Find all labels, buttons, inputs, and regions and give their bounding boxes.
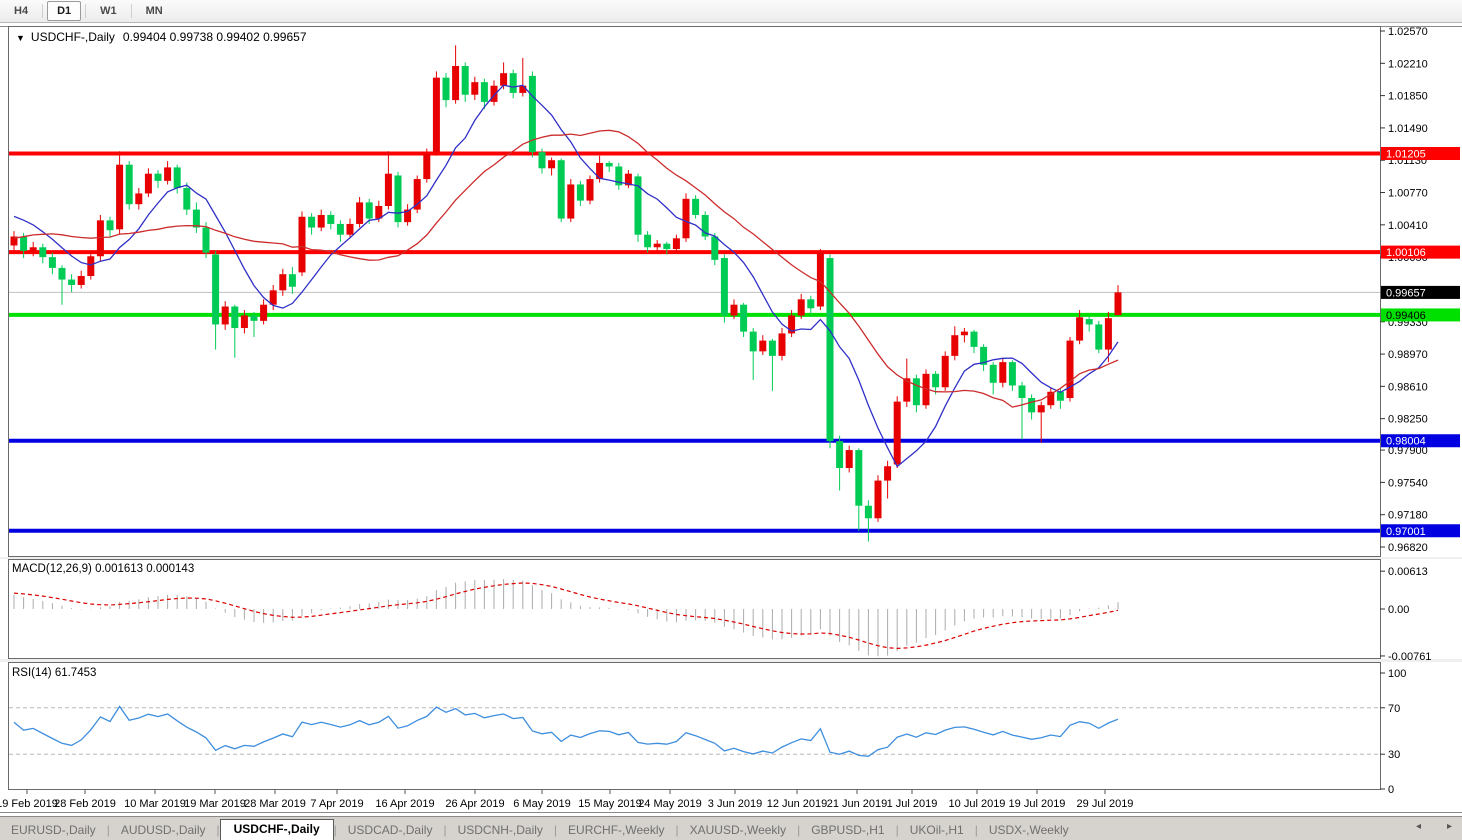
svg-text:0: 0 bbox=[1388, 784, 1394, 796]
ohlc-high: 0.99738 bbox=[170, 30, 213, 44]
svg-text:0.99657: 0.99657 bbox=[1386, 287, 1426, 299]
symbol-tab-bar: EURUSD-,Daily|AUDUSD-,Daily|USDCHF-,Dail… bbox=[0, 816, 1462, 840]
ohlc-close: 0.99657 bbox=[263, 30, 306, 44]
ohlc-open: 0.99404 bbox=[123, 30, 166, 44]
svg-text:0.98004: 0.98004 bbox=[1386, 436, 1426, 448]
svg-text:0.98970: 0.98970 bbox=[1388, 349, 1428, 361]
symbol-tab-usdcad-daily[interactable]: USDCAD-,Daily bbox=[337, 820, 444, 840]
svg-text:7 Apr 2019: 7 Apr 2019 bbox=[310, 798, 363, 810]
tab-scroll-arrows: ◂ ▸ bbox=[1416, 821, 1452, 832]
tab-scroll-left-icon[interactable]: ◂ bbox=[1416, 821, 1421, 832]
svg-text:24 May 2019: 24 May 2019 bbox=[638, 798, 702, 810]
macd-pane-label: MACD(12,26,9) 0.001613 0.000143 bbox=[12, 563, 194, 575]
svg-text:1.00410: 1.00410 bbox=[1388, 220, 1428, 232]
symbol-tab-gbpusd-h1[interactable]: GBPUSD-,H1 bbox=[800, 820, 895, 840]
symbol-tab-xauusd-weekly[interactable]: XAUUSD-,Weekly bbox=[679, 820, 797, 840]
tab-scroll-right-icon[interactable]: ▸ bbox=[1447, 821, 1452, 832]
svg-text:28 Mar 2019: 28 Mar 2019 bbox=[244, 798, 306, 810]
svg-text:15 May 2019: 15 May 2019 bbox=[578, 798, 642, 810]
svg-text:0.97001: 0.97001 bbox=[1386, 526, 1426, 538]
svg-text:19 Feb 2019: 19 Feb 2019 bbox=[0, 798, 58, 810]
svg-text:26 Apr 2019: 26 Apr 2019 bbox=[445, 798, 504, 810]
svg-text:1 Jul 2019: 1 Jul 2019 bbox=[887, 798, 938, 810]
svg-text:1.01850: 1.01850 bbox=[1388, 91, 1428, 103]
toolbar-separator bbox=[131, 4, 132, 18]
svg-text:0.97540: 0.97540 bbox=[1388, 477, 1428, 489]
svg-text:1.00770: 1.00770 bbox=[1388, 188, 1428, 200]
svg-text:1.00106: 1.00106 bbox=[1386, 247, 1426, 259]
svg-text:19 Jul 2019: 19 Jul 2019 bbox=[1009, 798, 1066, 810]
symbol-tab-usdcnh-daily[interactable]: USDCNH-,Daily bbox=[447, 820, 554, 840]
svg-text:6 May 2019: 6 May 2019 bbox=[513, 798, 570, 810]
svg-text:28 Feb 2019: 28 Feb 2019 bbox=[54, 798, 116, 810]
symbol-dropdown-icon[interactable]: ▼ bbox=[16, 33, 25, 43]
svg-text:100: 100 bbox=[1388, 668, 1406, 680]
svg-text:16 Apr 2019: 16 Apr 2019 bbox=[375, 798, 434, 810]
svg-text:10 Jul 2019: 10 Jul 2019 bbox=[949, 798, 1006, 810]
rsi-pane-label: RSI(14) 61.7453 bbox=[12, 667, 96, 679]
symbol-tab-usdx-weekly[interactable]: USDX-,Weekly bbox=[978, 820, 1080, 840]
svg-text:0.96820: 0.96820 bbox=[1388, 542, 1428, 554]
mt4-window: H4D1W1MN 1.025701.022101.018501.014901.0… bbox=[0, 0, 1462, 840]
toolbar-separator bbox=[42, 4, 43, 18]
svg-text:1.02210: 1.02210 bbox=[1388, 58, 1428, 70]
timeframe-button-h4[interactable]: H4 bbox=[4, 1, 38, 21]
symbol-tab-audusd-daily[interactable]: AUDUSD-,Daily bbox=[110, 820, 217, 840]
symbol-tab-usdchf-daily[interactable]: USDCHF-,Daily bbox=[220, 819, 334, 840]
svg-text:1.01205: 1.01205 bbox=[1386, 148, 1426, 160]
toolbar-separator bbox=[85, 4, 86, 18]
svg-text:70: 70 bbox=[1388, 703, 1400, 715]
svg-text:29 Jul 2019: 29 Jul 2019 bbox=[1077, 798, 1134, 810]
ohlc-low: 0.99402 bbox=[216, 30, 259, 44]
chart-title: ▼ USDCHF-,Daily 0.99404 0.99738 0.99402 0.… bbox=[16, 30, 307, 44]
symbol-tab-ukoil-h1[interactable]: UKOil-,H1 bbox=[899, 820, 975, 840]
svg-text:10 Mar 2019: 10 Mar 2019 bbox=[124, 798, 186, 810]
svg-text:0.97180: 0.97180 bbox=[1388, 510, 1428, 522]
svg-text:1.02570: 1.02570 bbox=[1388, 26, 1428, 38]
timeframe-button-d1[interactable]: D1 bbox=[47, 1, 81, 21]
svg-text:21 Jun 2019: 21 Jun 2019 bbox=[827, 798, 888, 810]
svg-text:1.01490: 1.01490 bbox=[1388, 123, 1428, 135]
svg-text:-0.00761: -0.00761 bbox=[1388, 651, 1431, 663]
timeframe-button-w1[interactable]: W1 bbox=[90, 1, 127, 21]
symbol-tab-eurusd-daily[interactable]: EURUSD-,Daily bbox=[0, 820, 107, 840]
svg-text:12 Jun 2019: 12 Jun 2019 bbox=[767, 798, 828, 810]
chart-canvas[interactable]: 1.025701.022101.018501.014901.011301.007… bbox=[0, 0, 1462, 840]
timeframe-toolbar: H4 D1 W1 MN bbox=[0, 0, 1462, 23]
svg-text:0.00613: 0.00613 bbox=[1388, 566, 1428, 578]
svg-text:0.99406: 0.99406 bbox=[1386, 310, 1426, 322]
svg-text:3 Jun 2019: 3 Jun 2019 bbox=[708, 798, 762, 810]
timeframe-button-mn[interactable]: MN bbox=[136, 1, 173, 21]
symbol-tab-eurchf-weekly[interactable]: EURCHF-,Weekly bbox=[557, 820, 675, 840]
svg-text:30: 30 bbox=[1388, 749, 1400, 761]
svg-text:19 Mar 2019: 19 Mar 2019 bbox=[184, 798, 246, 810]
svg-text:0.00: 0.00 bbox=[1388, 604, 1409, 616]
chart-symbol: USDCHF-,Daily bbox=[31, 30, 115, 44]
svg-text:0.98610: 0.98610 bbox=[1388, 381, 1428, 393]
svg-text:0.98250: 0.98250 bbox=[1388, 414, 1428, 426]
